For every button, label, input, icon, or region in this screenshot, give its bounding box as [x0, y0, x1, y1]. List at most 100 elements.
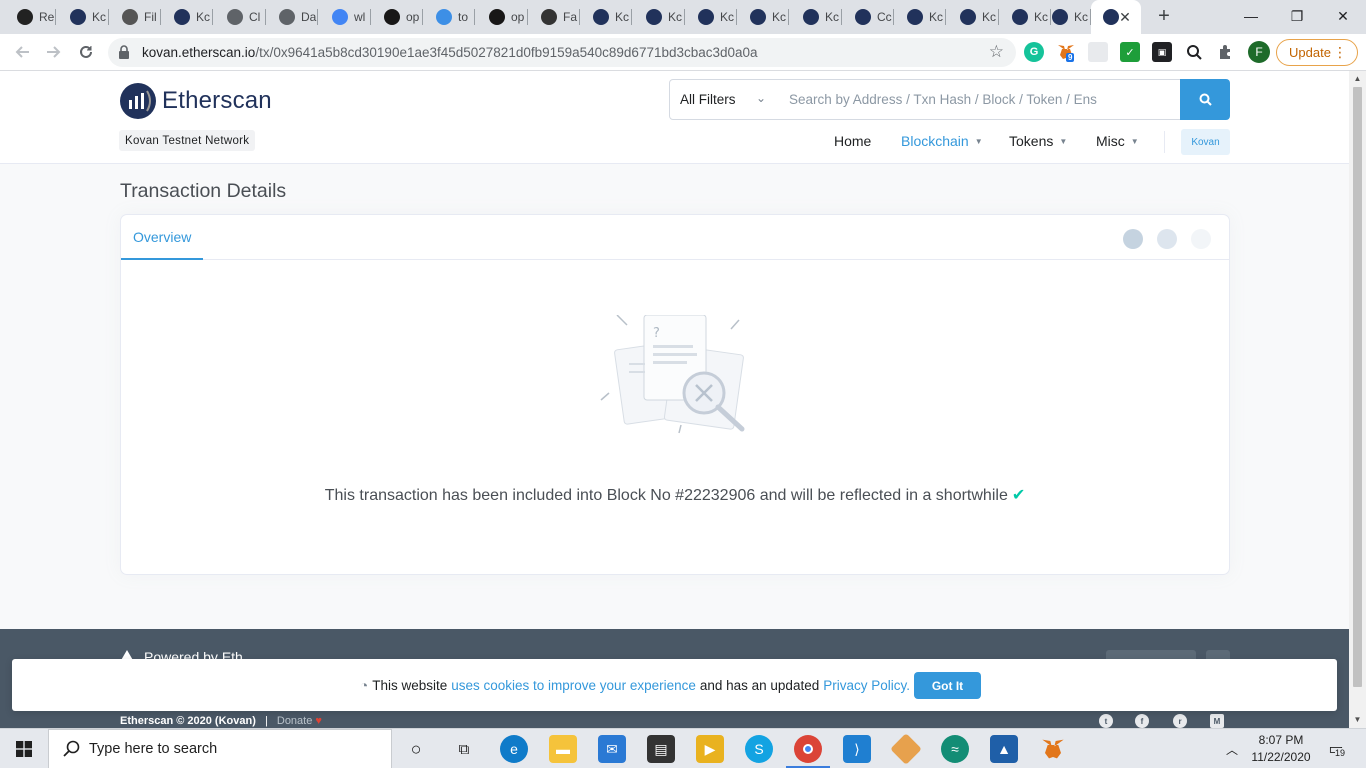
privacy-policy-link[interactable]: Privacy Policy. [823, 678, 910, 693]
browser-tab[interactable]: Kc [634, 0, 685, 34]
browser-tab[interactable]: to [424, 0, 475, 34]
tab-label: Kc [196, 10, 211, 24]
profile-avatar[interactable]: F [1248, 41, 1270, 63]
page-scrollbar[interactable]: ▲ ▼ [1349, 71, 1366, 728]
sync-app-icon[interactable]: ≈ [941, 735, 969, 763]
browser-tab[interactable]: op [372, 0, 423, 34]
magnifier-icon [1187, 45, 1202, 60]
cookie-policy-link[interactable]: uses cookies to improve your experience [451, 678, 696, 693]
photos-icon[interactable]: ▲ [990, 735, 1018, 763]
transaction-status-message: This transaction has been included into … [121, 485, 1229, 505]
vscode-icon[interactable]: ⟩ [843, 735, 871, 763]
new-tab-button[interactable]: + [1153, 6, 1175, 28]
tab-favicon-icon [646, 9, 662, 25]
reddit-icon[interactable]: r [1173, 714, 1187, 728]
tab-favicon-icon [698, 9, 714, 25]
search-button[interactable] [1180, 79, 1230, 120]
scroll-up-icon[interactable]: ▲ [1353, 74, 1362, 83]
metamask-taskbar-icon[interactable] [1039, 735, 1067, 763]
browser-tab[interactable]: Kc [58, 0, 109, 34]
mail-icon[interactable]: ✉ [598, 735, 626, 763]
store-icon[interactable]: ▤ [647, 735, 675, 763]
dark-extension-icon[interactable]: ▣ [1152, 42, 1172, 62]
scroll-down-icon[interactable]: ▼ [1353, 715, 1362, 724]
network-switch-button[interactable]: Kovan [1181, 129, 1230, 155]
browser-tab[interactable]: Kc [162, 0, 213, 34]
browser-tab[interactable]: Kc [738, 0, 789, 34]
browser-tab[interactable]: Kc [686, 0, 737, 34]
minimize-button[interactable]: — [1228, 0, 1274, 32]
tab-label: Kc [92, 10, 107, 24]
tab-favicon-icon [750, 9, 766, 25]
browser-tab[interactable]: Cl [215, 0, 266, 34]
address-bar[interactable]: kovan.etherscan.io/tx/0x9641a5b8cd30190e… [108, 38, 1016, 67]
nav-tokens[interactable]: Tokens ▼ [1009, 133, 1067, 149]
update-button[interactable]: Update ⋮ [1276, 39, 1358, 66]
grammarly-extension-icon[interactable]: G [1024, 42, 1044, 62]
chrome-icon[interactable] [794, 735, 822, 763]
bookmark-star-icon[interactable]: ☆ [989, 42, 1004, 62]
twitter-icon[interactable]: t [1099, 714, 1113, 728]
taskbar-search-input[interactable]: Type here to search [48, 729, 392, 768]
browser-tab[interactable]: Kc [791, 0, 842, 34]
tab-label: Kc [929, 10, 944, 24]
metamask-extension-icon[interactable]: 9 [1056, 42, 1076, 62]
donate-link[interactable]: Donate [277, 715, 312, 727]
search-filter-select[interactable]: All Filters ⌄ [669, 79, 779, 120]
media-player-icon[interactable]: ▶ [696, 735, 724, 763]
browser-tab[interactable]: Kc [581, 0, 632, 34]
medium-icon[interactable]: M [1210, 714, 1224, 728]
lens-extension-icon[interactable] [1184, 42, 1204, 62]
browser-tab[interactable]: wl [320, 0, 371, 34]
scrollbar-thumb[interactable] [1353, 87, 1362, 687]
nav-misc[interactable]: Misc ▼ [1096, 133, 1139, 149]
checkmark-extension-icon[interactable]: ✓ [1120, 42, 1140, 62]
browser-tab[interactable]: op [477, 0, 528, 34]
back-button[interactable] [9, 39, 35, 65]
tab-label: Cc [877, 10, 892, 24]
browser-tab[interactable]: Da [267, 0, 318, 34]
window-close-button[interactable]: ✕ [1320, 0, 1366, 32]
tab-separator [684, 9, 685, 25]
task-view-icon[interactable]: ⧉ [450, 735, 478, 763]
tab-favicon-icon [279, 9, 295, 25]
notifications-button[interactable]: ▭ 19 [1322, 729, 1350, 768]
browser-tab[interactable]: Kc [948, 0, 999, 34]
reload-button[interactable] [73, 39, 99, 65]
close-tab-icon[interactable]: ✕ [1117, 9, 1133, 25]
extensions-puzzle-icon[interactable] [1216, 42, 1236, 62]
browser-tab[interactable]: Kc [1040, 0, 1091, 34]
browser-tab-active[interactable]: ✕ [1091, 0, 1141, 34]
browser-tab[interactable]: Re [5, 0, 56, 34]
cortana-icon[interactable]: ○ [402, 735, 430, 763]
edge-browser-icon[interactable]: e [500, 735, 528, 763]
browser-tab[interactable]: Kc [895, 0, 946, 34]
forward-button[interactable] [41, 39, 67, 65]
show-hidden-icons-icon[interactable]: ︿ [1222, 729, 1242, 768]
tab-overview[interactable]: Overview [121, 215, 203, 260]
gitkraken-icon[interactable] [890, 733, 922, 765]
browser-tab[interactable]: Cc [843, 0, 894, 34]
start-button[interactable] [0, 729, 48, 768]
facebook-icon[interactable]: f [1135, 714, 1149, 728]
file-explorer-icon[interactable]: ▬ [549, 735, 577, 763]
tab-separator [370, 9, 371, 25]
tab-favicon-icon [1052, 9, 1068, 25]
search-input[interactable]: Search by Address / Txn Hash / Block / T… [778, 79, 1181, 120]
clock-time: 8:07 PM [1258, 733, 1304, 747]
tab-separator [998, 9, 999, 25]
windows-logo-icon [16, 741, 32, 757]
etherscan-logo[interactable]: Etherscan [120, 83, 272, 119]
menu-dots-icon[interactable]: ⋮ [1333, 44, 1347, 61]
browser-tab[interactable]: Fil [110, 0, 161, 34]
tab-label: Kc [668, 10, 683, 24]
browser-tab[interactable]: Fa [529, 0, 580, 34]
nav-blockchain[interactable]: Blockchain ▼ [901, 133, 983, 149]
skype-icon[interactable]: S [745, 735, 773, 763]
extension-icon[interactable] [1088, 42, 1108, 62]
cookie-accept-button[interactable]: Got It [914, 672, 981, 699]
maximize-button[interactable]: ❐ [1274, 0, 1320, 32]
nav-home[interactable]: Home [834, 133, 871, 149]
page-title: Transaction Details [120, 180, 287, 202]
taskbar-clock[interactable]: 8:07 PM 11/22/2020 [1246, 732, 1316, 766]
